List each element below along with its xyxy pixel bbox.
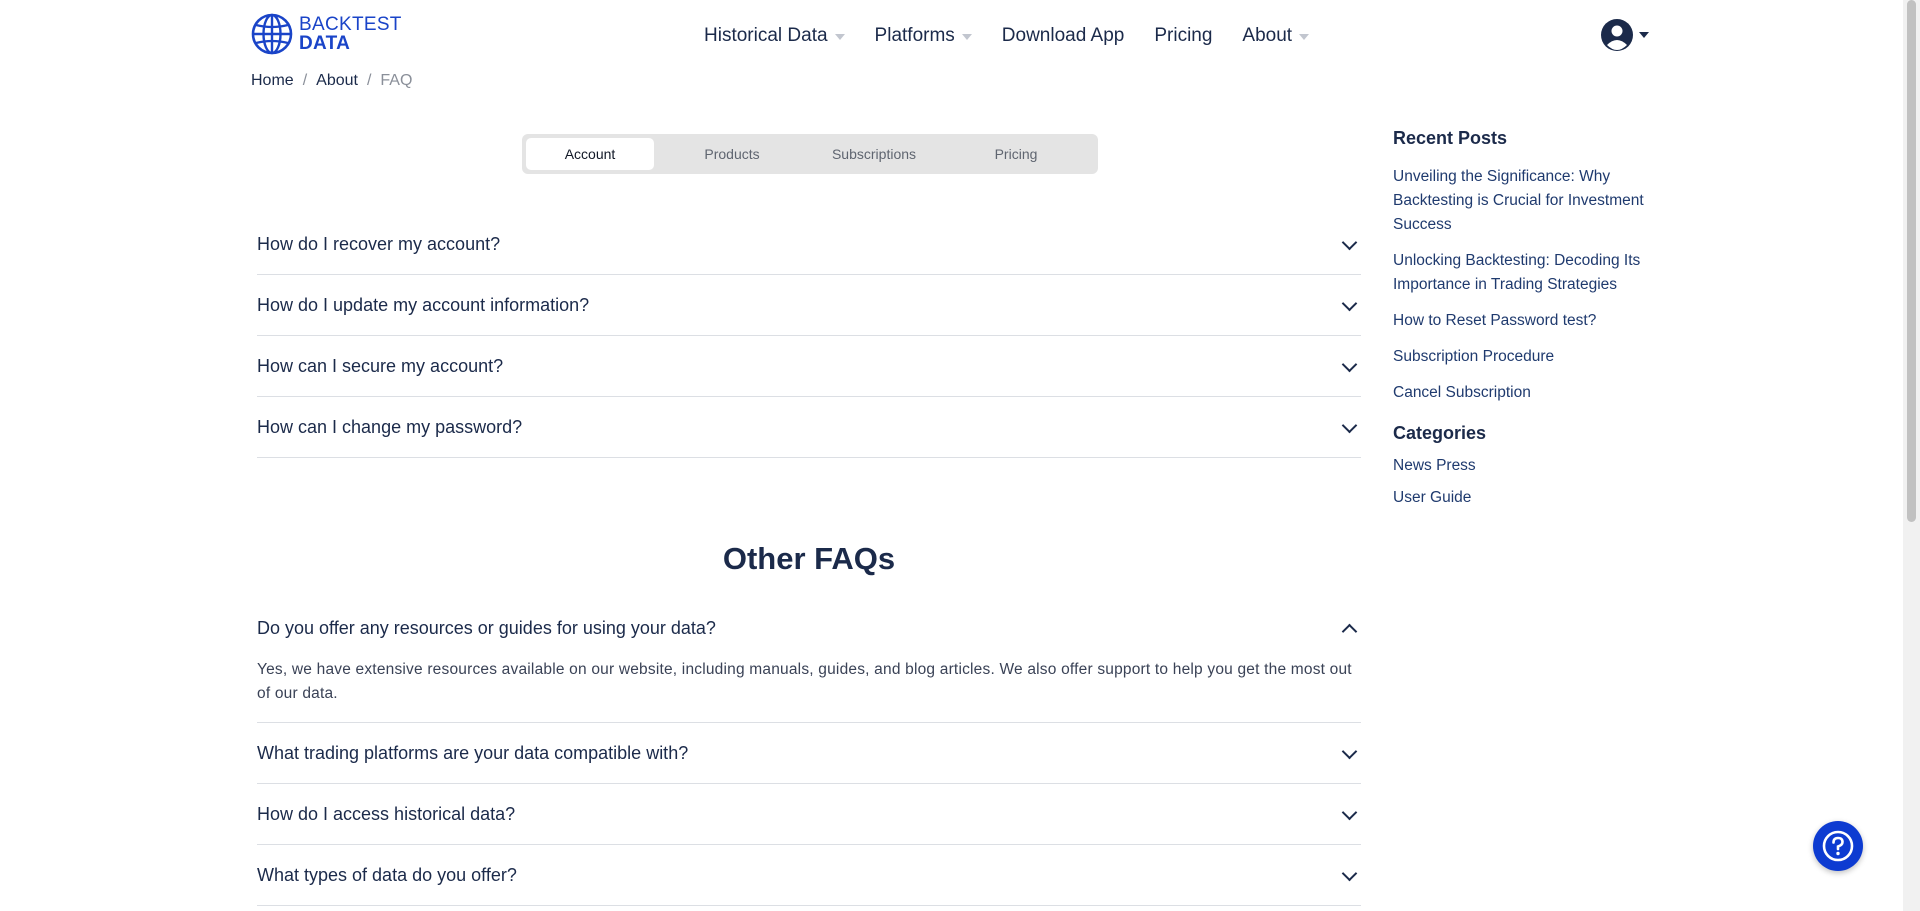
chevron-down-icon: [1341, 295, 1358, 311]
nav-label: Platforms: [874, 25, 955, 46]
faq-question: How can I change my password?: [257, 416, 523, 437]
nav-label: Download App: [1001, 25, 1125, 46]
faq-item: How do I access historical data?: [257, 784, 1361, 845]
faq-question-toggle[interactable]: How do I recover my account?: [257, 214, 1361, 274]
tab-pricing[interactable]: Pricing: [952, 138, 1080, 170]
sidebar: Recent Posts Unveiling the Significance:…: [1393, 128, 1653, 518]
recent-post-link[interactable]: Unlocking Backtesting: Decoding Its Impo…: [1393, 249, 1653, 297]
category-link[interactable]: User Guide: [1393, 486, 1653, 510]
caret-down-icon: [1639, 32, 1649, 38]
breadcrumb: Home / About / FAQ: [251, 72, 412, 90]
tab-account[interactable]: Account: [526, 138, 654, 170]
faq-question: Do you offer any resources or guides for…: [257, 617, 716, 638]
faq-question: How do I access historical data?: [257, 803, 516, 824]
help-button[interactable]: [1813, 821, 1863, 871]
tab-products[interactable]: Products: [668, 138, 796, 170]
faq-item: How can I change my password?: [257, 397, 1361, 458]
nav-download-app[interactable]: Download App: [1002, 25, 1125, 47]
other-faq-list: Do you offer any resources or guides for…: [257, 598, 1361, 906]
breadcrumb-home[interactable]: Home: [251, 72, 294, 90]
recent-post-link[interactable]: How to Reset Password test?: [1393, 309, 1653, 333]
nav-pricing[interactable]: Pricing: [1154, 25, 1212, 47]
faq-item: How can I secure my account?: [257, 336, 1361, 397]
breadcrumb-about[interactable]: About: [316, 72, 358, 90]
faq-question-toggle[interactable]: How can I secure my account?: [257, 336, 1361, 396]
other-faqs-title: Other FAQs: [722, 541, 896, 576]
category-link[interactable]: News Press: [1393, 454, 1653, 478]
nav-label: About: [1242, 25, 1293, 46]
faq-item: How do I recover my account?: [257, 214, 1361, 275]
faq-question-toggle[interactable]: How do I update my account information?: [257, 275, 1361, 335]
caret-down-icon: [1299, 33, 1310, 40]
faq-question-toggle[interactable]: How do I access historical data?: [257, 784, 1361, 844]
nav-label: Pricing: [1154, 25, 1213, 46]
globe-icon: [251, 13, 293, 55]
chevron-down-icon: [1341, 417, 1358, 433]
faq-item: What types of data do you offer?: [257, 845, 1361, 906]
user-circle-icon: [1601, 19, 1633, 51]
breadcrumb-separator: /: [302, 72, 308, 89]
chevron-down-icon: [1341, 234, 1358, 250]
recent-posts-title: Recent Posts: [1393, 128, 1508, 148]
faq-question-toggle[interactable]: What trading platforms are your data com…: [257, 723, 1361, 783]
recent-post-link[interactable]: Cancel Subscription: [1393, 381, 1653, 405]
faq-item: What trading platforms are your data com…: [257, 723, 1361, 784]
chevron-down-icon: [1341, 356, 1358, 372]
question-mark-icon: [1822, 830, 1854, 862]
main-nav: Historical Data Platforms Download App P…: [704, 22, 1339, 50]
faq-tabs: Account Products Subscriptions Pricing: [522, 134, 1098, 174]
chevron-down-icon: [1341, 804, 1358, 820]
faq-question: How do I recover my account?: [257, 233, 501, 254]
scrollbar-thumb[interactable]: [1907, 0, 1916, 522]
page-scrollbar[interactable]: [1903, 0, 1920, 911]
recent-post-link[interactable]: Unveiling the Significance: Why Backtest…: [1393, 165, 1653, 237]
account-faq-list: How do I recover my account? How do I up…: [257, 214, 1361, 458]
faq-question-toggle[interactable]: What types of data do you offer?: [257, 845, 1361, 905]
account-menu[interactable]: [1600, 18, 1649, 52]
recent-post-link[interactable]: Subscription Procedure: [1393, 345, 1653, 369]
brand-logo[interactable]: BACKTEST DATA: [251, 13, 402, 55]
faq-question: How do I update my account information?: [257, 294, 590, 315]
faq-question-toggle[interactable]: How can I change my password?: [257, 397, 1361, 457]
nav-platforms[interactable]: Platforms: [875, 25, 972, 47]
breadcrumb-current: FAQ: [380, 72, 413, 89]
chevron-down-icon: [1341, 865, 1358, 881]
faq-question-toggle[interactable]: Do you offer any resources or guides for…: [257, 598, 1361, 658]
faq-question: How can I secure my account?: [257, 355, 504, 376]
caret-down-icon: [834, 33, 845, 40]
faq-answer: Yes, we have extensive resources availab…: [257, 661, 1352, 702]
breadcrumb-separator: /: [366, 72, 372, 89]
chevron-up-icon: [1341, 623, 1358, 639]
tab-subscriptions[interactable]: Subscriptions: [810, 138, 938, 170]
faq-question: What trading platforms are your data com…: [257, 742, 689, 763]
faq-item: How do I update my account information?: [257, 275, 1361, 336]
categories-title: Categories: [1393, 423, 1487, 443]
faq-question: What types of data do you offer?: [257, 864, 517, 885]
caret-down-icon: [961, 33, 972, 40]
nav-label: Historical Data: [704, 25, 828, 46]
chevron-down-icon: [1341, 743, 1358, 759]
nav-about[interactable]: About: [1242, 25, 1310, 47]
nav-historical-data[interactable]: Historical Data: [704, 25, 845, 47]
brand-line1: BACKTEST: [299, 14, 402, 35]
brand-line2: DATA: [299, 33, 351, 54]
faq-item: Do you offer any resources or guides for…: [257, 598, 1361, 723]
